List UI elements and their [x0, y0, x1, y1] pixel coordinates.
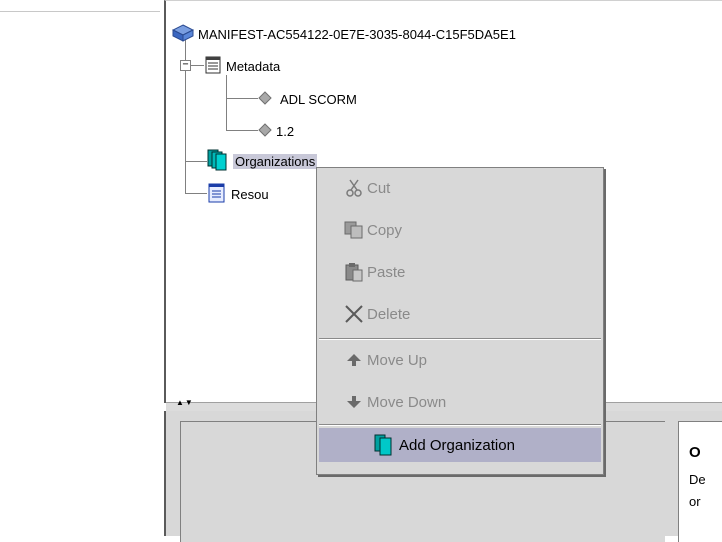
diamond-leaf-icon — [258, 122, 272, 140]
delete-x-icon — [343, 303, 365, 325]
menu-item-label: Move Down — [367, 393, 447, 411]
info-panel: O De or — [678, 421, 722, 542]
menu-item-cut[interactable]: Cut — [319, 170, 601, 206]
tree-node-label: ADL SCORM — [280, 91, 357, 107]
clipboard-icon — [343, 261, 365, 283]
split-pane-arrows-icon[interactable]: ▲▼ — [176, 399, 194, 407]
arrow-up-icon — [343, 349, 365, 371]
tree-node-version[interactable]: 1.2 — [258, 121, 294, 141]
menu-item-paste[interactable]: Paste — [319, 254, 601, 290]
organizations-icon — [207, 149, 229, 174]
tree-connector — [226, 98, 258, 99]
tree-node-organizations[interactable]: Organizations — [207, 149, 318, 174]
resources-icon — [207, 183, 227, 206]
info-title: O — [689, 444, 701, 461]
tree-node-resources[interactable]: Resou — [207, 183, 269, 206]
menu-item-label: Delete — [367, 305, 411, 323]
package-icon — [171, 23, 195, 45]
info-text-line: De — [689, 472, 706, 487]
tree-connector — [185, 161, 207, 162]
menu-separator — [319, 424, 601, 426]
tree-node-root[interactable]: MANIFEST-AC554122-0E7E-3035-8044-C15F5DA… — [171, 23, 516, 45]
tree-node-label: Metadata — [226, 58, 281, 74]
organizations-icon — [373, 434, 395, 456]
menu-item-label: Add Organization — [399, 436, 515, 454]
scissors-icon — [343, 177, 365, 199]
info-text-line: or — [689, 494, 701, 509]
left-blank-area — [0, 0, 165, 536]
menu-item-delete[interactable]: Delete — [319, 296, 601, 332]
tree-node-label: Organizations — [233, 153, 318, 169]
tree-node-label: Resou — [231, 186, 269, 202]
tree-connector — [226, 75, 227, 131]
menu-item-label: Move Up — [367, 351, 428, 369]
arrow-down-icon — [343, 391, 365, 413]
menu-item-label: Paste — [367, 263, 406, 281]
context-menu: Cut Copy Paste Delete Move Up Move Down … — [316, 167, 604, 475]
tree-connector — [185, 193, 207, 194]
tree-connector — [226, 130, 258, 131]
tree-connector — [190, 65, 204, 66]
top-rule — [0, 11, 160, 12]
tree-node-schema[interactable]: ADL SCORM — [258, 89, 357, 109]
tree-node-label: 1.2 — [276, 123, 295, 139]
metadata-document-icon — [204, 56, 222, 77]
menu-item-move-down[interactable]: Move Down — [319, 384, 601, 420]
menu-item-label: Copy — [367, 221, 403, 239]
collapse-toggle[interactable]: − — [180, 60, 191, 71]
menu-item-copy[interactable]: Copy — [319, 212, 601, 248]
tree-node-metadata[interactable]: Metadata — [204, 56, 280, 76]
menu-item-label: Cut — [367, 179, 391, 197]
tree-node-label: MANIFEST-AC554122-0E7E-3035-8044-C15F5DA… — [198, 26, 516, 42]
menu-item-add-organization[interactable]: Add Organization — [319, 428, 601, 462]
copy-icon — [343, 219, 365, 241]
diamond-leaf-icon — [258, 90, 272, 108]
menu-separator — [319, 338, 601, 340]
menu-item-move-up[interactable]: Move Up — [319, 342, 601, 378]
